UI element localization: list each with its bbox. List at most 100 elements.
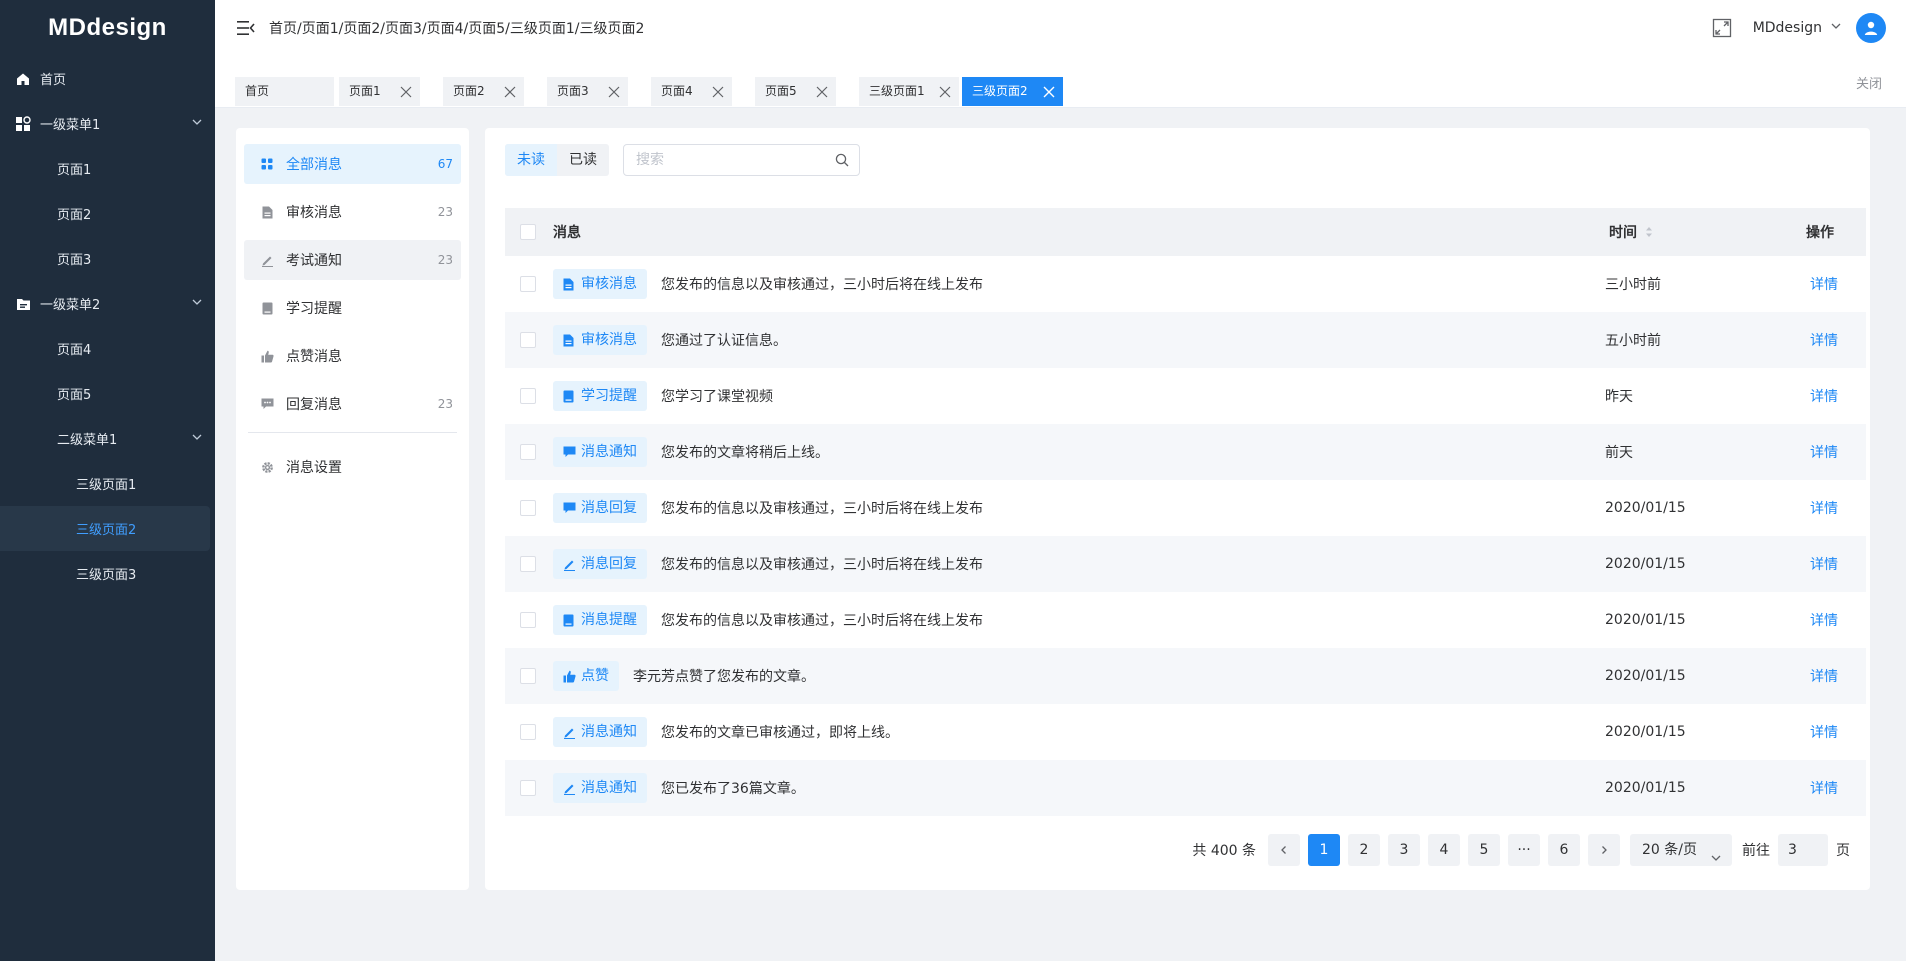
sidebar-item-page2[interactable]: 页面2 (0, 191, 215, 236)
page-button[interactable]: 6 (1548, 834, 1580, 866)
category-exam[interactable]: 考试通知 23 (244, 240, 461, 280)
detail-link[interactable]: 详情 (1810, 330, 1838, 350)
message-cell: 审核消息 您通过了认证信息。 (553, 325, 787, 355)
menu-toggle-icon[interactable] (235, 17, 257, 39)
tag-level3-page2[interactable]: 三级页面2 (962, 77, 1063, 106)
row-checkbox[interactable] (520, 444, 536, 460)
sidebar-item-level3-page1[interactable]: 三级页面1 (0, 461, 215, 506)
close-icon[interactable] (503, 85, 516, 98)
sidebar-item-submenu1[interactable]: 二级菜单1 (0, 416, 215, 461)
sidebar-item-menu2[interactable]: 一级菜单2 (0, 281, 215, 326)
tag-page2[interactable]: 页面2 (443, 77, 524, 106)
breadcrumb-item: 三级页面2 (579, 21, 645, 37)
tag-home[interactable]: 首页 (235, 77, 334, 106)
breadcrumb-item[interactable]: 页面5/ (468, 18, 510, 38)
message-settings[interactable]: 消息设置 (244, 447, 461, 487)
detail-link[interactable]: 详情 (1810, 498, 1838, 518)
sidebar-item-page4[interactable]: 页面4 (0, 326, 215, 371)
pen-icon (563, 726, 576, 739)
close-all-tags-button[interactable]: 关闭 (1856, 73, 1882, 92)
tag-page5[interactable]: 页面5 (755, 77, 836, 106)
tag-level3-page1[interactable]: 三级页面1 (859, 77, 959, 106)
message-time: 昨天 (1605, 389, 1633, 405)
chevron-down-icon (191, 431, 203, 447)
user-name[interactable]: MDdesign (1753, 20, 1822, 36)
more-pages-button[interactable]: ··· (1508, 834, 1540, 866)
detail-link[interactable]: 详情 (1810, 778, 1838, 798)
detail-link[interactable]: 详情 (1810, 666, 1838, 686)
category-like[interactable]: 点赞消息 (244, 336, 461, 376)
row-checkbox[interactable] (520, 668, 536, 684)
detail-link[interactable]: 详情 (1810, 442, 1838, 462)
next-page-button[interactable] (1588, 834, 1620, 866)
tag-label: 三级页面2 (972, 84, 1028, 98)
close-icon[interactable] (607, 85, 620, 98)
category-study[interactable]: 学习提醒 (244, 288, 461, 328)
prev-page-button[interactable] (1268, 834, 1300, 866)
detail-link[interactable]: 详情 (1810, 386, 1838, 406)
page-button[interactable]: 3 (1388, 834, 1420, 866)
select-all-checkbox[interactable] (520, 224, 536, 240)
detail-link[interactable]: 详情 (1810, 274, 1838, 294)
row-checkbox[interactable] (520, 780, 536, 796)
breadcrumb-item[interactable]: 三级页面1/ (510, 18, 580, 38)
tag-page3[interactable]: 页面3 (547, 77, 628, 106)
category-reply[interactable]: 回复消息 23 (244, 384, 461, 424)
search-icon[interactable] (835, 153, 849, 167)
row-checkbox[interactable] (520, 612, 536, 628)
row-checkbox[interactable] (520, 724, 536, 740)
breadcrumb-item[interactable]: 页面2/ (343, 18, 385, 38)
row-checkbox[interactable] (520, 556, 536, 572)
column-header-time[interactable]: 时间 (1609, 222, 1653, 242)
close-icon[interactable] (1042, 85, 1055, 98)
sidebar-item-page3[interactable]: 页面3 (0, 236, 215, 281)
sidebar-item-page1[interactable]: 页面1 (0, 146, 215, 191)
filter-read-button[interactable]: 已读 (557, 144, 609, 176)
breadcrumb-item[interactable]: 页面1/ (302, 18, 344, 38)
detail-link[interactable]: 详情 (1810, 722, 1838, 742)
tags-bar: 首页 页面1 页面2 页面3 页面4 页面5 三级页面1 三级页面2 关闭 (215, 56, 1906, 108)
detail-link[interactable]: 详情 (1810, 554, 1838, 574)
sidebar-item-page5[interactable]: 页面5 (0, 371, 215, 416)
fullscreen-icon[interactable] (1711, 17, 1733, 39)
tag-page1[interactable]: 页面1 (339, 77, 420, 106)
category-review[interactable]: 审核消息 23 (244, 192, 461, 232)
page-button[interactable]: 5 (1468, 834, 1500, 866)
detail-link[interactable]: 详情 (1810, 610, 1838, 630)
page-button[interactable]: 4 (1428, 834, 1460, 866)
search-input[interactable] (624, 145, 824, 175)
sidebar-item-label: 页面4 (57, 343, 92, 358)
breadcrumb-item[interactable]: 首页/ (269, 18, 302, 38)
page-size-select[interactable]: 20 条/页 (1630, 834, 1732, 866)
close-icon[interactable] (938, 85, 951, 98)
chevron-down-icon[interactable] (1830, 20, 1842, 36)
category-all[interactable]: 全部消息 67 (244, 144, 461, 184)
close-icon[interactable] (815, 85, 828, 98)
sidebar-item-menu1[interactable]: 一级菜单1 (0, 101, 215, 146)
message-cell: 审核消息 您发布的信息以及审核通过，三小时后将在线上发布 (553, 269, 983, 299)
goto-page-input[interactable]: 3 (1778, 834, 1828, 866)
breadcrumb-item[interactable]: 页面3/ (385, 18, 427, 38)
sidebar-item-level3-page3[interactable]: 三级页面3 (0, 551, 215, 596)
category-count: 67 (437, 157, 453, 171)
close-icon[interactable] (399, 85, 412, 98)
top-header: 首页/ 页面1/ 页面2/ 页面3/ 页面4/ 页面5/ 三级页面1/ 三级页面… (215, 0, 1906, 56)
breadcrumb-item[interactable]: 页面4/ (427, 18, 469, 38)
sidebar-item-home[interactable]: 首页 (0, 56, 215, 101)
filter-unread-button[interactable]: 未读 (505, 144, 557, 176)
row-checkbox[interactable] (520, 388, 536, 404)
message-text: 您发布的信息以及审核通过，三小时后将在线上发布 (661, 501, 983, 517)
tag-page4[interactable]: 页面4 (651, 77, 732, 106)
row-checkbox[interactable] (520, 332, 536, 348)
message-tag: 点赞 (553, 661, 619, 691)
page-button[interactable]: 1 (1308, 834, 1340, 866)
row-checkbox[interactable] (520, 276, 536, 292)
row-checkbox[interactable] (520, 500, 536, 516)
close-icon[interactable] (711, 85, 724, 98)
page-button[interactable]: 2 (1348, 834, 1380, 866)
avatar[interactable] (1856, 13, 1886, 43)
column-header-label: 时间 (1609, 225, 1637, 241)
message-time: 三小时前 (1605, 277, 1661, 293)
sidebar-item-level3-page2[interactable]: 三级页面2 (0, 506, 210, 551)
sort-icon[interactable] (1645, 226, 1653, 238)
